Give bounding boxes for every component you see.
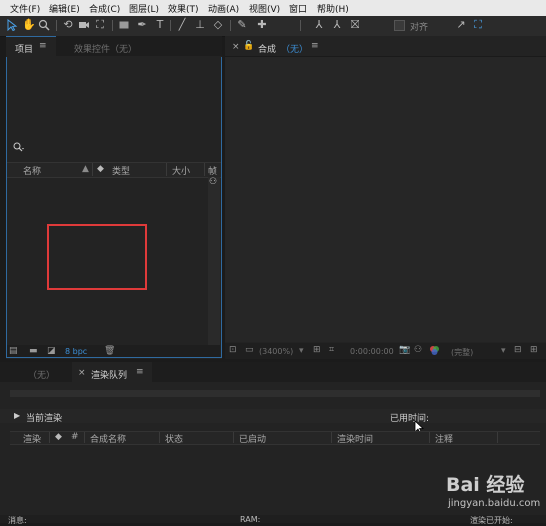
menu-file[interactable]: 文件(F) bbox=[10, 2, 40, 15]
tab-timeline-none[interactable]: （无） bbox=[28, 368, 55, 381]
menu-effect[interactable]: 效果(T) bbox=[168, 2, 199, 15]
mask-visibility-icon[interactable]: ⌗ bbox=[329, 345, 334, 355]
expand-icon[interactable]: ↗ bbox=[455, 19, 467, 31]
bit-depth-button[interactable]: 8 bpc bbox=[65, 347, 87, 356]
local-axis-icon[interactable]: ⅄ bbox=[313, 19, 325, 31]
current-render-row bbox=[0, 409, 546, 423]
composition-viewer[interactable] bbox=[225, 57, 546, 342]
menu-composition[interactable]: 合成(C) bbox=[89, 2, 120, 15]
tools-toolbar: ✋ ⟲ ⛶ ✒ T ╱ ⊥ ◇ ✎ ✚ ⅄ ⅄ ⛝ 对齐 ↗ ⛶ bbox=[0, 16, 546, 37]
column-frame[interactable]: 帧 bbox=[208, 164, 217, 177]
menu-edit[interactable]: 编辑(E) bbox=[49, 2, 80, 15]
current-render-toggle-icon[interactable]: ▶ bbox=[14, 411, 20, 420]
menu-view[interactable]: 视图(V) bbox=[249, 2, 280, 15]
column-name[interactable]: 名称 bbox=[23, 164, 41, 177]
world-axis-icon[interactable]: ⅄ bbox=[331, 19, 343, 31]
camera-tool-icon[interactable] bbox=[78, 19, 90, 31]
composition-name: （无） bbox=[281, 45, 309, 55]
baidu-watermark: Bai 经验 jingyan.baidu.com bbox=[446, 470, 544, 516]
current-time[interactable]: 0:00:00:00 bbox=[350, 347, 394, 356]
current-render-label: 当前渲染 bbox=[26, 414, 63, 424]
interpret-footage-icon[interactable]: ▤ bbox=[9, 346, 18, 356]
watermark-brand: Bai 经验 bbox=[446, 474, 525, 496]
menu-window[interactable]: 窗口 bbox=[289, 2, 307, 15]
column-render-time[interactable]: 渲染时间 bbox=[337, 432, 373, 445]
render-queue-status-bar bbox=[0, 515, 546, 523]
display-icon[interactable]: ▭ bbox=[245, 345, 254, 355]
flowchart-icon[interactable]: ⚇ bbox=[209, 177, 217, 187]
column-render[interactable]: 渲染 bbox=[23, 432, 41, 445]
menu-bar: 文件(F) 编辑(E) 合成(C) 图层(L) 效果(T) 动画(A) 视图(V… bbox=[0, 0, 546, 16]
transparency-grid-icon[interactable]: ⊞ bbox=[530, 345, 538, 355]
search-icon[interactable] bbox=[13, 142, 25, 152]
rotate-tool-icon[interactable]: ⟲ bbox=[62, 19, 74, 31]
menu-help[interactable]: 帮助(H) bbox=[317, 2, 349, 15]
render-progress-bar bbox=[10, 390, 540, 397]
close-icon[interactable]: × bbox=[232, 42, 240, 52]
tab-effect-controls[interactable]: 效果控件（无） bbox=[74, 42, 137, 55]
roto-brush-tool-icon[interactable]: ✎ bbox=[236, 19, 248, 31]
text-tool-icon[interactable]: T bbox=[154, 19, 166, 31]
tab-composition-menu-icon[interactable]: ≡ bbox=[311, 41, 319, 51]
render-started-label: 渲染已开始: bbox=[470, 516, 513, 525]
always-preview-icon[interactable]: ⊡ bbox=[229, 345, 237, 355]
watermark-url: jingyan.baidu.com bbox=[448, 498, 541, 509]
composition-panel: × 🔓 合成 （无） ≡ ⊡ ▭ (3400%) ▾ ⊞ ⌗ 0:00:00:0… bbox=[225, 36, 546, 359]
column-type[interactable]: 类型 bbox=[112, 164, 130, 177]
message-label: 消息: bbox=[8, 516, 27, 525]
highlight-box bbox=[47, 224, 147, 290]
rectangle-tool-icon[interactable] bbox=[118, 19, 130, 31]
grid-guide-icon[interactable]: ⊞ bbox=[313, 345, 321, 355]
hand-tool-icon[interactable]: ✋ bbox=[22, 19, 36, 31]
column-size[interactable]: 大小 bbox=[172, 164, 190, 177]
search-help-icon[interactable]: ⛶ bbox=[472, 19, 484, 31]
column-number[interactable]: # bbox=[71, 432, 79, 442]
eraser-tool-icon[interactable]: ◇ bbox=[212, 19, 224, 31]
new-composition-icon[interactable]: ◪ bbox=[47, 346, 56, 356]
render-queue-close-icon[interactable]: × bbox=[78, 368, 86, 378]
tab-project-label: 项目 bbox=[15, 45, 34, 55]
menu-animation[interactable]: 动画(A) bbox=[208, 2, 239, 15]
puppet-tool-icon[interactable]: ✚ bbox=[256, 19, 268, 31]
clone-stamp-tool-icon[interactable]: ⊥ bbox=[194, 19, 206, 31]
resolution-value[interactable]: (完整) bbox=[451, 347, 473, 358]
project-panel-focus-frame bbox=[6, 57, 222, 358]
column-comp-name[interactable]: 合成名称 bbox=[90, 432, 126, 445]
align-checkbox[interactable] bbox=[394, 20, 405, 31]
align-label: 对齐 bbox=[410, 23, 429, 33]
lock-icon[interactable]: 🔓 bbox=[243, 41, 254, 51]
column-status[interactable]: 状态 bbox=[165, 432, 183, 445]
magnification-dropdown-icon[interactable]: ▾ bbox=[299, 346, 304, 356]
resolution-dropdown-icon[interactable]: ▾ bbox=[501, 346, 506, 356]
channel-icon[interactable] bbox=[429, 345, 440, 356]
region-of-interest-icon[interactable]: ⊟ bbox=[514, 345, 522, 355]
brush-tool-icon[interactable]: ╱ bbox=[176, 19, 188, 31]
magnification-value[interactable]: (3400%) bbox=[259, 347, 293, 356]
label-tag-icon[interactable]: ◆ bbox=[97, 164, 104, 174]
project-scrollbar[interactable] bbox=[208, 177, 220, 345]
tab-render-queue-menu-icon[interactable]: ≡ bbox=[136, 367, 144, 377]
snapshot-icon[interactable]: 📷 bbox=[399, 345, 410, 355]
sort-ascending-icon[interactable]: ▲ bbox=[82, 164, 89, 174]
tab-project-menu-icon[interactable]: ≡ bbox=[39, 41, 47, 51]
column-started[interactable]: 已启动 bbox=[239, 432, 266, 445]
rq-label-tag-icon[interactable]: ◆ bbox=[55, 432, 62, 442]
pen-tool-icon[interactable]: ✒ bbox=[136, 19, 148, 31]
pan-behind-tool-icon[interactable]: ⛶ bbox=[94, 19, 106, 31]
trash-icon[interactable]: 🗑 bbox=[104, 346, 115, 356]
tab-render-queue-label: 渲染队列 bbox=[91, 371, 128, 381]
column-comment[interactable]: 注释 bbox=[435, 432, 453, 445]
show-snapshot-icon[interactable]: ⚇ bbox=[414, 345, 422, 355]
zoom-tool-icon[interactable] bbox=[38, 19, 50, 31]
selection-tool-icon[interactable] bbox=[6, 19, 18, 31]
new-folder-icon[interactable]: ▬ bbox=[29, 346, 38, 356]
tab-composition-label[interactable]: 合成 bbox=[258, 42, 276, 55]
view-axis-icon[interactable]: ⛝ bbox=[349, 19, 361, 31]
menu-layer[interactable]: 图层(L) bbox=[129, 2, 159, 15]
project-panel: 项目 ≡ 效果控件（无） 名称 ▲ ◆ 类型 大小 帧 ⚇ ▤ ▬ ◪ 8 bp… bbox=[6, 36, 222, 359]
